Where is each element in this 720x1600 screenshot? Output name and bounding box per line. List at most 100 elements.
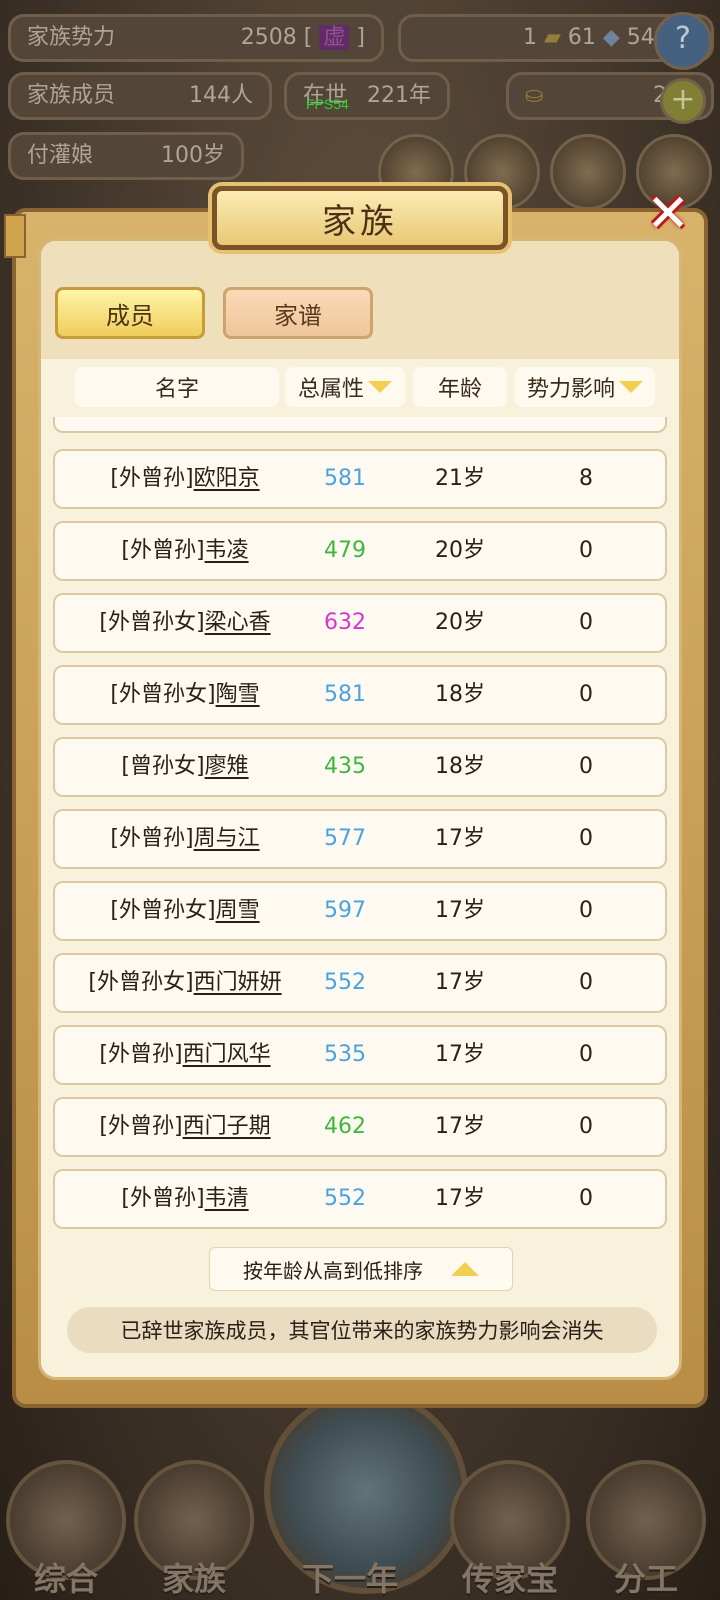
member-name-cell: [外曾孙女]西门妍妍 (55, 955, 315, 1011)
column-age[interactable]: 年龄 (413, 367, 507, 407)
member-influence: 0 (579, 1042, 593, 1067)
family-dialog: 成员 家谱 名字 总属性 年龄 势力影响 [外曾孙]欧阳京 581 21岁 8 [外曾孙… (4, 208, 708, 1408)
sort-down-icon (368, 381, 392, 393)
member-influence: 0 (579, 610, 593, 635)
member-relation: [外曾孙女] (88, 970, 194, 995)
tab-bar: 成员 家谱 (41, 241, 679, 359)
member-name-link[interactable]: 陶雪 (216, 682, 260, 707)
table-row[interactable]: [外曾孙]韦清 552 17岁 0 (53, 1169, 667, 1229)
member-age: 18岁 (435, 754, 485, 779)
member-name-cell: [外曾孙女]周雪 (55, 883, 315, 939)
table-row[interactable]: [外曾孙]欧阳京 581 21岁 8 (53, 449, 667, 509)
column-name-label: 名字 (154, 377, 199, 402)
member-total-attr: 632 (324, 610, 366, 635)
member-name-link[interactable]: 韦清 (205, 1186, 249, 1211)
member-name-link[interactable]: 梁心香 (205, 610, 271, 635)
member-name-link[interactable]: 欧阳京 (194, 466, 260, 491)
table-row[interactable]: [外曾孙]韦凌 479 20岁 0 (53, 521, 667, 581)
column-total-attr-label: 总属性 (297, 377, 364, 402)
member-age: 18岁 (435, 682, 485, 707)
member-name-cell: [曾孙女]廖雉 (55, 739, 315, 795)
member-influence: 0 (579, 682, 593, 707)
member-relation: [外曾孙] (99, 1042, 183, 1067)
member-age: 20岁 (435, 538, 485, 563)
member-name-link[interactable]: 西门子期 (183, 1114, 271, 1139)
member-name-link[interactable]: 周与江 (194, 826, 260, 851)
member-influence: 0 (579, 898, 593, 923)
tab-genealogy[interactable]: 家谱 (223, 287, 373, 339)
member-age: 17岁 (435, 970, 485, 995)
member-list[interactable]: [外曾孙]欧阳京 581 21岁 8 [外曾孙]韦凌 479 20岁 0 [外曾孙女]梁心香 63… (41, 417, 679, 1233)
table-row[interactable]: [曾孙女]廖雉 435 18岁 0 (53, 737, 667, 797)
member-total-attr: 462 (324, 1114, 366, 1139)
member-name-link[interactable]: 西门妍妍 (194, 970, 282, 995)
member-influence: 0 (579, 538, 593, 563)
member-name-cell: [外曾孙]欧阳京 (55, 451, 315, 507)
member-total-attr: 479 (324, 538, 366, 563)
column-influence[interactable]: 势力影响 (515, 367, 655, 407)
sort-by-age-button[interactable]: 按年龄从高到低排序 (209, 1247, 513, 1291)
member-age: 21岁 (435, 466, 485, 491)
sort-up-icon (451, 1262, 479, 1276)
member-influence: 0 (579, 1186, 593, 1211)
member-age: 17岁 (435, 1042, 485, 1067)
tab-members[interactable]: 成员 (55, 287, 205, 339)
member-name-link[interactable]: 廖雉 (205, 754, 249, 779)
member-age: 17岁 (435, 1114, 485, 1139)
table-row[interactable]: [外曾孙女]周雪 597 17岁 0 (53, 881, 667, 941)
table-row-partial[interactable] (53, 417, 667, 433)
member-total-attr: 577 (324, 826, 366, 851)
member-name-link[interactable]: 韦凌 (205, 538, 249, 563)
sort-by-age-label: 按年龄从高到低排序 (243, 1258, 423, 1283)
member-influence: 0 (579, 826, 593, 851)
member-total-attr: 581 (324, 466, 366, 491)
member-total-attr: 535 (324, 1042, 366, 1067)
member-age: 17岁 (435, 826, 485, 851)
table-row[interactable]: [外曾孙女]梁心香 632 20岁 0 (53, 593, 667, 653)
table-header: 名字 总属性 年龄 势力影响 (41, 367, 679, 407)
member-relation: [外曾孙] (121, 1186, 205, 1211)
member-age: 20岁 (435, 610, 485, 635)
member-name-link[interactable]: 周雪 (216, 898, 260, 923)
member-relation: [外曾孙] (121, 538, 205, 563)
member-age: 17岁 (435, 898, 485, 923)
member-name-cell: [外曾孙]韦清 (55, 1171, 315, 1227)
family-dialog-body: 成员 家谱 名字 总属性 年龄 势力影响 [外曾孙]欧阳京 581 21岁 8 [外曾孙… (38, 238, 682, 1380)
member-relation: [外曾孙女] (110, 898, 216, 923)
close-icon[interactable]: ✕ (640, 180, 696, 248)
member-total-attr: 597 (324, 898, 366, 923)
member-influence: 0 (579, 1114, 593, 1139)
sort-down-icon (619, 381, 643, 393)
member-relation: [外曾孙] (110, 826, 194, 851)
member-relation: [外曾孙] (99, 1114, 183, 1139)
dialog-title-plate: 家族 (212, 186, 508, 250)
table-row[interactable]: [外曾孙]西门风华 535 17岁 0 (53, 1025, 667, 1085)
member-name-cell: [外曾孙]西门风华 (55, 1027, 315, 1083)
column-total-attr[interactable]: 总属性 (285, 367, 405, 407)
member-name-cell: [外曾孙]西门子期 (55, 1099, 315, 1155)
member-total-attr: 552 (324, 1186, 366, 1211)
member-relation: [外曾孙女] (110, 682, 216, 707)
table-row[interactable]: [外曾孙女]西门妍妍 552 17岁 0 (53, 953, 667, 1013)
table-row[interactable]: [外曾孙]周与江 577 17岁 0 (53, 809, 667, 869)
dialog-title: 家族 (322, 201, 398, 242)
column-influence-label: 势力影响 (526, 377, 615, 402)
member-relation: [外曾孙] (110, 466, 194, 491)
member-relation: [外曾孙女] (99, 610, 205, 635)
member-name-link[interactable]: 西门风华 (183, 1042, 271, 1067)
member-name-cell: [外曾孙女]梁心香 (55, 595, 315, 651)
deceased-notice: 已辞世家族成员，其官位带来的家族势力影响会消失 (67, 1307, 657, 1353)
member-influence: 8 (579, 466, 593, 491)
member-influence: 0 (579, 970, 593, 995)
member-relation: [曾孙女] (121, 754, 205, 779)
member-total-attr: 581 (324, 682, 366, 707)
panel-ornament-left (4, 214, 26, 258)
member-age: 17岁 (435, 1186, 485, 1211)
member-name-cell: [外曾孙女]陶雪 (55, 667, 315, 723)
member-total-attr: 435 (324, 754, 366, 779)
member-influence: 0 (579, 754, 593, 779)
table-row[interactable]: [外曾孙]西门子期 462 17岁 0 (53, 1097, 667, 1157)
column-name: 名字 (75, 367, 279, 407)
member-name-cell: [外曾孙]周与江 (55, 811, 315, 867)
table-row[interactable]: [外曾孙女]陶雪 581 18岁 0 (53, 665, 667, 725)
